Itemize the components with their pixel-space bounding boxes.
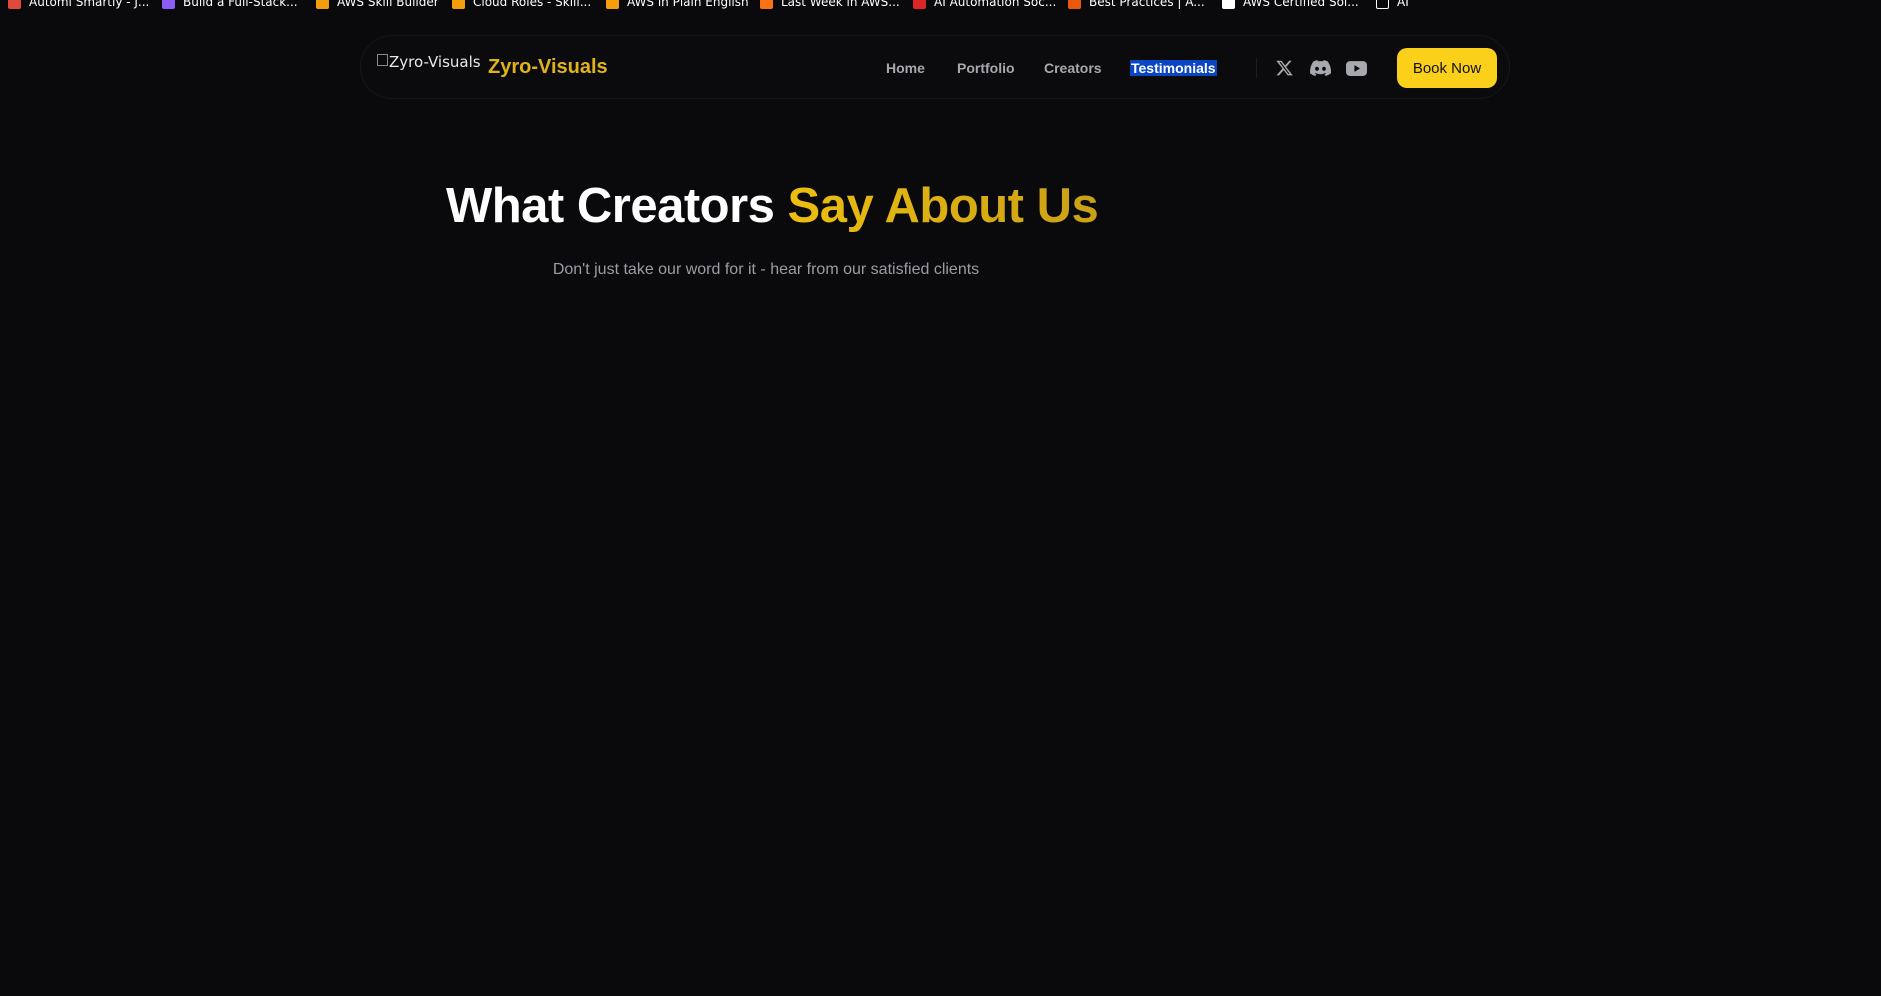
bookmark-folder-icon: [1376, 0, 1389, 9]
bookmark-item[interactable]: AWS in Plain English: [606, 0, 749, 9]
bookmark-label: Last Week in AWS...: [781, 0, 900, 9]
youtube-icon[interactable]: [1344, 57, 1368, 79]
bookmark-favicon-icon: [606, 0, 619, 9]
bookmark-label: Build a Full-Stack...: [183, 0, 298, 9]
bookmark-item[interactable]: Best Practices | A...: [1068, 0, 1205, 9]
bookmark-label: AWS Skill Builder: [337, 0, 439, 9]
hero-subtitle: Don't just take our word for it - hear f…: [552, 261, 980, 278]
bookmark-favicon-icon: [452, 0, 465, 9]
book-now-button[interactable]: Book Now: [1397, 48, 1497, 88]
bookmarks-bar: Automi Smartly - J... Build a Full-Stack…: [0, 0, 1881, 9]
nav-link-creators[interactable]: Creators: [1044, 60, 1102, 76]
bookmark-favicon-icon: [1222, 0, 1235, 9]
nav-link-portfolio[interactable]: Portfolio: [957, 60, 1015, 76]
logo-alt-text: Zyro-Visuals: [389, 53, 481, 71]
brand-name[interactable]: Zyro-Visuals: [488, 56, 608, 79]
bookmark-label: Best Practices | A...: [1089, 0, 1205, 9]
nav-divider: [1256, 58, 1257, 78]
hero-title-part2: Say About Us: [787, 179, 1099, 233]
bookmark-item[interactable]: AWS Certified Sol...: [1222, 0, 1359, 9]
bookmark-label: AI: [1397, 0, 1409, 9]
bookmark-item[interactable]: Build a Full-Stack...: [162, 0, 298, 9]
bookmark-label: AWS Certified Sol...: [1243, 0, 1359, 9]
x-icon[interactable]: [1272, 57, 1296, 79]
broken-image-icon: [377, 54, 388, 66]
bookmark-favicon-icon: [760, 0, 773, 9]
bookmark-favicon-icon: [162, 0, 175, 9]
bookmark-favicon-icon: [1068, 0, 1081, 9]
bookmark-item[interactable]: Automi Smartly - J...: [8, 0, 149, 9]
logo-image[interactable]: Zyro-Visuals: [377, 53, 481, 71]
bookmark-label: Cloud Roles - Skill...: [473, 0, 592, 9]
bookmark-favicon-icon: [316, 0, 329, 9]
bookmark-item[interactable]: AI: [1376, 0, 1409, 9]
bookmark-label: AI Automation Soc...: [934, 0, 1057, 9]
bookmark-favicon-icon: [8, 0, 21, 9]
nav-link-testimonials[interactable]: Testimonials: [1130, 60, 1217, 76]
navbar: Zyro-Visuals Zyro-Visuals Home Portfolio…: [360, 35, 1510, 99]
bookmark-item[interactable]: Last Week in AWS...: [760, 0, 900, 9]
hero-title-part1: What Creators: [446, 179, 775, 233]
bookmark-label: AWS in Plain English: [627, 0, 749, 9]
hero-title: What Creators Say About Us: [446, 176, 1099, 236]
bookmark-favicon-icon: [913, 0, 926, 9]
bookmark-item[interactable]: Cloud Roles - Skill...: [452, 0, 591, 9]
discord-icon[interactable]: [1308, 57, 1332, 79]
bookmark-item[interactable]: AI Automation Soc...: [913, 0, 1056, 9]
nav-link-home[interactable]: Home: [886, 60, 925, 76]
bookmark-label: Automi Smartly - J...: [29, 0, 150, 9]
bookmark-item[interactable]: AWS Skill Builder: [316, 0, 439, 9]
